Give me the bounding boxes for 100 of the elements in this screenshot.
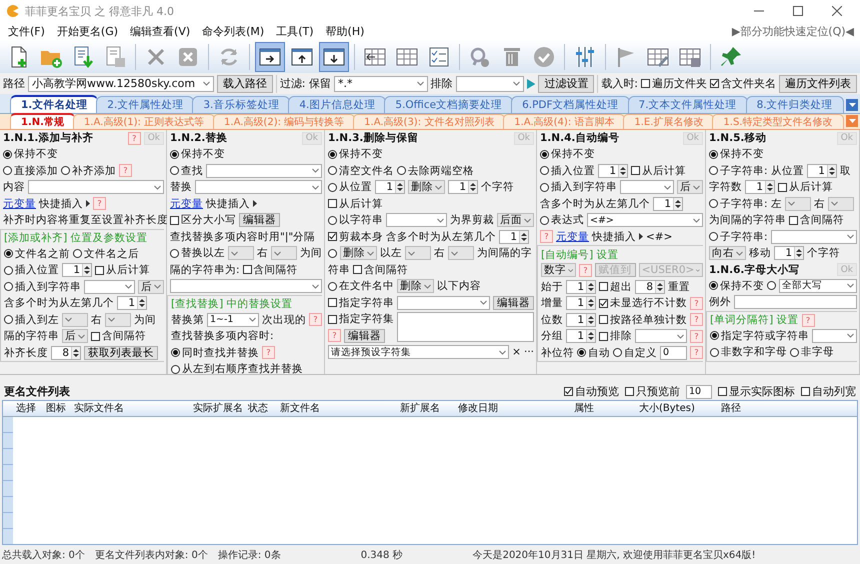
spin-arrows-icon[interactable] xyxy=(586,330,595,342)
dropdown[interactable] xyxy=(405,246,431,260)
radio-button[interactable]: 指定字符或字符串 xyxy=(710,328,809,343)
column-header[interactable]: 实际文件名 xyxy=(71,401,190,416)
spin-box[interactable]: 1 xyxy=(566,280,596,294)
checkbox[interactable]: 剪裁本身 xyxy=(328,230,383,244)
checkbox[interactable]: 含间隔符 xyxy=(91,329,146,344)
combo-box[interactable] xyxy=(397,296,490,310)
combo-box[interactable] xyxy=(195,180,322,194)
checkbox[interactable]: 遍历文件夹 xyxy=(641,76,708,91)
spin-box[interactable]: 8 xyxy=(51,346,81,360)
checkbox[interactable]: 未显选行不计数 xyxy=(599,296,687,310)
checkbox[interactable]: 显示实际图标 xyxy=(718,384,795,399)
radio-button[interactable]: 替换以左 xyxy=(170,246,225,260)
path-field[interactable]: 小高教学网www.12580sky.com xyxy=(28,76,214,92)
combo-box[interactable] xyxy=(206,164,322,178)
combo-box[interactable] xyxy=(170,279,322,294)
radio-button[interactable]: 直接添加 xyxy=(3,164,58,178)
spin-arrows-icon[interactable] xyxy=(71,346,80,359)
file-list-button[interactable]: 遍历文件列表 xyxy=(779,74,858,92)
spin-arrows-icon[interactable] xyxy=(395,181,404,194)
spin-box[interactable]: 1 xyxy=(566,329,596,344)
menu-item[interactable]: 编辑查看(V) xyxy=(124,24,196,38)
column-header[interactable]: 状态 xyxy=(245,401,277,416)
radio-button[interactable]: 保持不变 xyxy=(170,147,225,162)
input-field[interactable] xyxy=(734,295,857,310)
load-path-button[interactable]: 载入路径 xyxy=(216,74,273,92)
radio-button[interactable]: 插入位置 xyxy=(4,263,59,278)
radio-button[interactable]: 插入到字符串 xyxy=(540,180,617,194)
tab[interactable]: 1.N.常规 xyxy=(10,113,75,129)
spin-box[interactable]: 1 xyxy=(375,180,405,194)
column-header[interactable]: 路径 xyxy=(718,401,857,416)
checkbox[interactable]: 含文件夹名 xyxy=(710,76,776,91)
action-button[interactable]: 编辑器 xyxy=(344,328,385,343)
action-button[interactable]: 编辑器 xyxy=(239,213,280,228)
input-field[interactable]: 10 xyxy=(686,384,712,398)
dropdown[interactable] xyxy=(228,246,254,260)
exclude-field[interactable] xyxy=(456,76,524,92)
dropdown[interactable]: 删除 xyxy=(408,180,445,194)
radio-button[interactable]: 子字符串: 从位置 xyxy=(709,164,804,178)
spin-box[interactable]: 1 xyxy=(117,296,147,310)
dropdown[interactable]: 向右 xyxy=(709,246,746,260)
radio-button[interactable]: 查找 xyxy=(170,164,203,178)
checkbox[interactable]: 按路径单独计数 xyxy=(599,312,687,327)
column-header[interactable]: 实际扩展名 xyxy=(190,401,245,416)
checkbox[interactable]: 含间隔符 xyxy=(789,213,844,228)
checkbox[interactable]: 从后计算 xyxy=(778,180,833,194)
spin-box[interactable]: 1 xyxy=(499,230,529,244)
checkbox[interactable]: 排除 xyxy=(599,329,632,344)
dropdown[interactable] xyxy=(271,246,297,260)
radio-button[interactable]: 文件名之前 xyxy=(4,246,70,261)
dropdown[interactable]: 后 xyxy=(677,180,703,194)
checkbox[interactable]: 含间隔符 xyxy=(242,262,298,277)
radio-button[interactable]: 从位置 xyxy=(328,180,372,194)
tab[interactable]: 1.文件名处理 xyxy=(10,95,98,113)
dropdown[interactable] xyxy=(105,312,131,327)
radio-button[interactable]: 保持不变 xyxy=(709,278,764,293)
radio-button[interactable]: 清空文件名 xyxy=(328,164,394,178)
column-header[interactable]: 图标 xyxy=(43,401,71,416)
column-header[interactable]: 修改日期 xyxy=(455,401,571,416)
spin-box[interactable]: 1 xyxy=(653,196,683,211)
radio-button[interactable]: 以字符串 xyxy=(328,213,383,228)
combo-box[interactable] xyxy=(635,329,687,344)
spin-arrows-icon[interactable] xyxy=(618,164,627,177)
checkbox[interactable]: 自动预览 xyxy=(564,384,619,399)
dropdown[interactable]: 删除 xyxy=(397,279,434,294)
column-header[interactable]: 新文件名 xyxy=(277,401,397,416)
spin-box[interactable]: 1 xyxy=(745,180,775,194)
radio-button[interactable] xyxy=(767,281,776,290)
radio-button[interactable]: 保持不变 xyxy=(540,147,595,162)
combo-box[interactable]: 请选择预设字符集 xyxy=(328,345,510,360)
spin-arrows-icon[interactable] xyxy=(586,297,595,310)
variable-link[interactable]: 元变量 xyxy=(556,230,589,244)
radio-button[interactable]: 表达式 xyxy=(540,213,584,228)
dropdown[interactable] xyxy=(828,196,854,211)
tab[interactable]: 7.文本文件属性处理 xyxy=(628,96,748,113)
radio-button[interactable]: 同时查找并替换 xyxy=(171,346,259,360)
menu-item[interactable]: 文件(F) xyxy=(2,24,51,38)
tab[interactable]: 5.Office文档摘要处理 xyxy=(384,96,514,113)
dropdown[interactable]: 后 xyxy=(62,329,88,344)
spin-arrows-icon[interactable] xyxy=(826,164,836,177)
menu-item[interactable]: 帮助(H) xyxy=(320,24,370,38)
spin-arrows-icon[interactable] xyxy=(586,280,595,293)
spin-arrows-icon[interactable] xyxy=(765,181,774,194)
variable-link[interactable]: 元变量 xyxy=(170,196,203,211)
radio-button[interactable]: 去除两端空格 xyxy=(397,164,474,178)
input-field[interactable]: 0 xyxy=(660,346,687,360)
checkbox[interactable]: 从后计算 xyxy=(95,263,150,278)
filter-field[interactable]: *.* xyxy=(334,76,428,92)
checkbox[interactable]: 从后计算 xyxy=(328,196,383,211)
menu-item[interactable]: 命令列表(M) xyxy=(196,24,270,38)
spin-box[interactable]: 1 xyxy=(62,263,92,278)
radio-button[interactable]: 子字符串: 左 xyxy=(709,196,782,211)
spin-arrows-icon[interactable] xyxy=(468,181,477,194)
dropdown[interactable] xyxy=(784,196,811,211)
radio-button[interactable]: 在文件名中 xyxy=(328,279,394,294)
tab[interactable]: 4.图片信息处理 xyxy=(288,96,386,113)
quick-locate-link[interactable]: ▶部分功能快速定位(Q)◀ xyxy=(732,24,858,38)
spin-arrows-icon[interactable] xyxy=(137,297,146,310)
tab[interactable]: 3.音乐标签处理 xyxy=(192,96,290,113)
